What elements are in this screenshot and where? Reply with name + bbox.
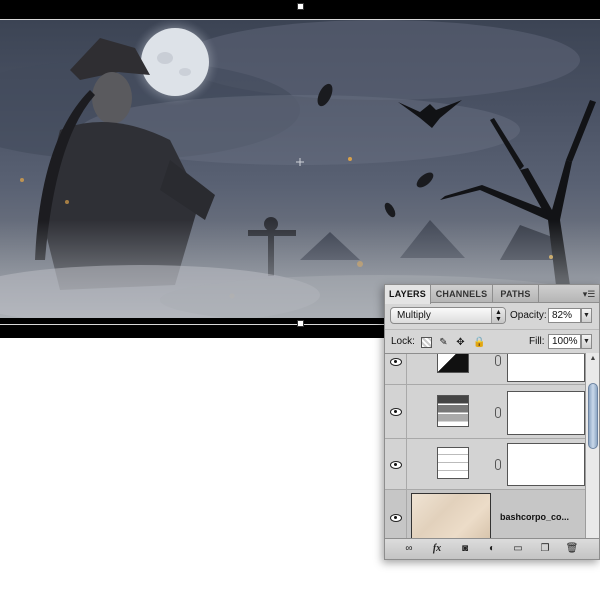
visibility-cell[interactable] — [385, 490, 407, 538]
curves-icon — [437, 447, 469, 479]
fx-icon[interactable]: fx — [429, 542, 445, 556]
trash-icon[interactable]: 🗑 — [564, 542, 580, 556]
scrollbar-thumb[interactable] — [588, 383, 598, 449]
panel-menu-icon[interactable]: ▾☰ — [582, 288, 596, 300]
lock-transparent-pixels-icon[interactable] — [421, 337, 432, 348]
new-layer-icon[interactable]: ❐ — [537, 542, 553, 556]
tab-layers[interactable]: LAYERS — [385, 285, 431, 304]
eye-icon[interactable] — [390, 408, 402, 416]
artwork-illustration — [0, 20, 600, 318]
layer-row-gradient-map[interactable] — [385, 385, 585, 439]
panel-tab-bar: LAYERS CHANNELS PATHS ▾☰ — [385, 285, 599, 304]
tab-channels[interactable]: CHANNELS — [431, 285, 493, 303]
fill-input[interactable]: 100% — [548, 334, 581, 349]
adjustment-layer-icon[interactable]: ◐ — [484, 542, 500, 556]
lock-position-icon[interactable]: ✥ — [455, 337, 466, 348]
new-group-icon[interactable]: ▭ — [510, 542, 526, 556]
scarecrow-artwork — [0, 20, 600, 318]
add-mask-icon[interactable]: ◙ — [457, 542, 473, 556]
scroll-up-arrow-icon[interactable]: ▲ — [587, 354, 599, 364]
layer-thumbnail[interactable] — [411, 493, 491, 538]
up-down-arrows-icon: ▲ ▼ — [491, 308, 505, 323]
layers-scrollbar[interactable]: ▲ — [585, 353, 599, 538]
layer-mask-thumbnail[interactable] — [507, 391, 585, 435]
layers-panel: LAYERS CHANNELS PATHS ▾☰ Multiply ▲ ▼ Opa… — [384, 284, 600, 560]
layer-name[interactable]: bashcorpo_co... — [500, 512, 569, 522]
levels-icon — [437, 354, 469, 373]
fill-label: Fill: — [529, 336, 545, 347]
chain-link-icon[interactable] — [495, 407, 501, 418]
divider — [385, 329, 599, 330]
layers-bottom-toolbar: ∞ fx ◙ ◐ ▭ ❐ 🗑 — [385, 538, 599, 559]
fill-dropdown-arrow-icon[interactable]: ▼ — [581, 334, 592, 349]
lock-all-icon[interactable]: 🔒 — [473, 337, 485, 348]
gradient-map-icon — [437, 395, 469, 427]
visibility-cell[interactable] — [385, 354, 407, 384]
layer-mask-thumbnail[interactable] — [507, 354, 585, 382]
opacity-input[interactable]: 82% — [548, 308, 581, 323]
blend-mode-value: Multiply — [397, 310, 431, 321]
tab-paths[interactable]: PATHS — [493, 285, 539, 303]
eye-icon[interactable] — [390, 514, 402, 522]
transform-handle-top[interactable] — [297, 3, 304, 10]
link-layers-icon[interactable]: ∞ — [401, 542, 417, 556]
layer-row-levels[interactable] — [385, 354, 585, 385]
visibility-cell[interactable] — [385, 439, 407, 489]
lock-label: Lock: — [391, 336, 415, 347]
visibility-cell[interactable] — [385, 385, 407, 438]
layer-row-texture[interactable]: bashcorpo_co... — [385, 490, 585, 538]
opacity-dropdown-arrow-icon[interactable]: ▼ — [581, 308, 592, 323]
chain-link-icon[interactable] — [495, 459, 501, 470]
lock-image-pixels-icon[interactable]: ✎ — [438, 337, 449, 348]
layer-mask-thumbnail[interactable] — [507, 443, 585, 486]
eye-icon[interactable] — [390, 358, 402, 366]
transform-handle-bottom[interactable] — [297, 320, 304, 327]
blend-mode-select[interactable]: Multiply ▲ ▼ — [390, 307, 506, 324]
layer-row-curves[interactable] — [385, 439, 585, 490]
eye-icon[interactable] — [390, 461, 402, 469]
opacity-label: Opacity: — [510, 310, 547, 321]
chain-link-icon[interactable] — [495, 355, 501, 366]
layer-list[interactable]: bashcorpo_co... — [385, 353, 585, 538]
